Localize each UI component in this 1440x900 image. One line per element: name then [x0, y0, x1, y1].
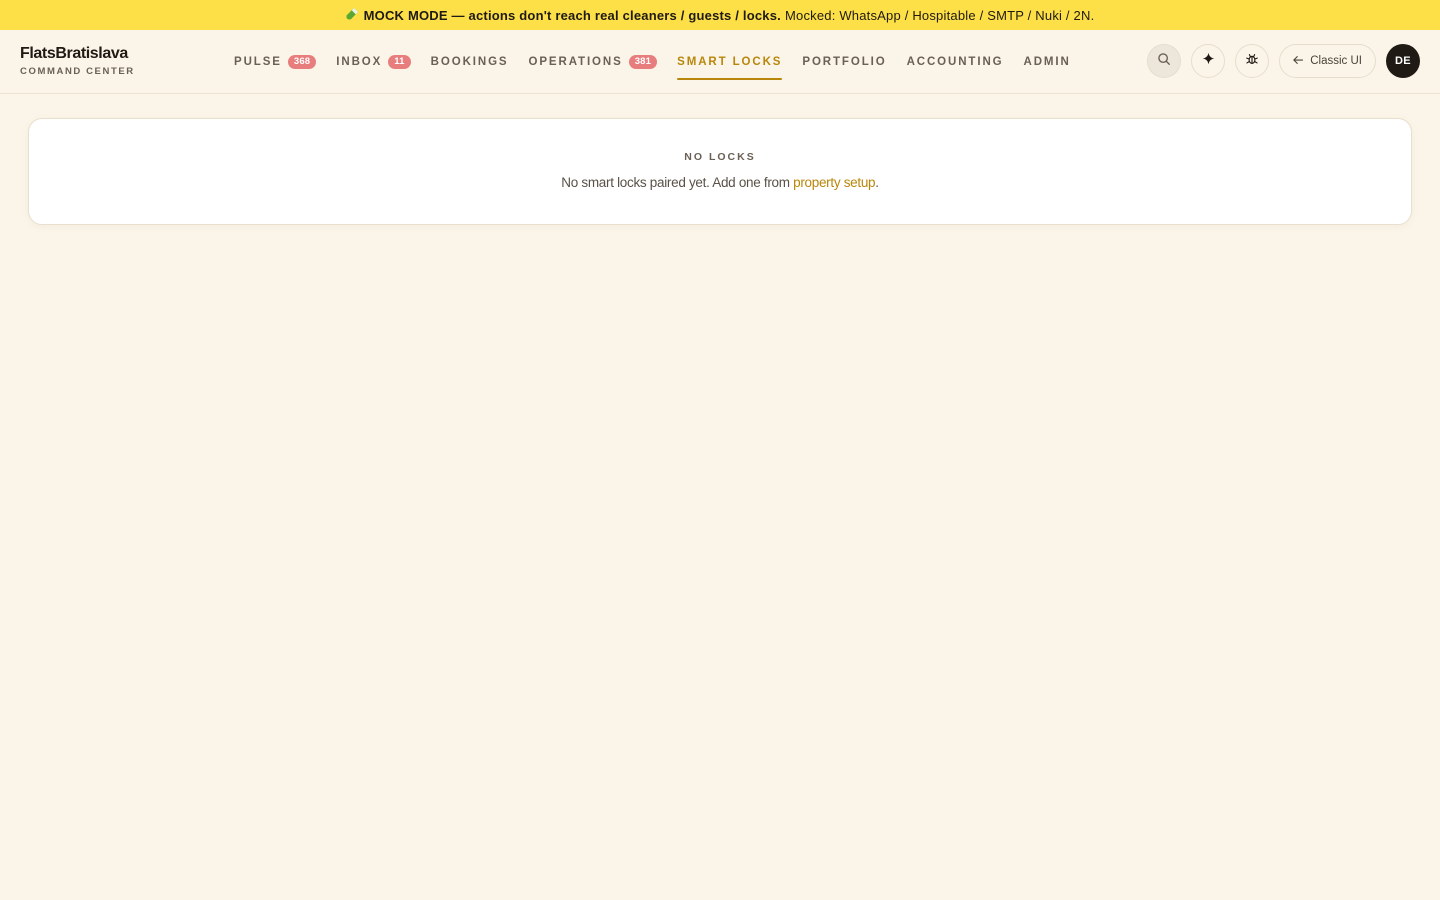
search-icon: [1157, 52, 1171, 71]
nav-item-smart-locks[interactable]: SMART LOCKS: [677, 30, 783, 94]
nav-item-accounting[interactable]: ACCOUNTING: [907, 30, 1004, 94]
nav-item-admin[interactable]: ADMIN: [1024, 30, 1071, 94]
property-setup-link[interactable]: property setup: [793, 175, 875, 190]
top-header: FlatsBratislava COMMAND CENTER PULSE 368…: [0, 30, 1440, 94]
nav-item-portfolio[interactable]: PORTFOLIO: [802, 30, 886, 94]
empty-state-text: No smart locks paired yet. Add one from: [561, 175, 794, 190]
brand-title: FlatsBratislava: [20, 45, 128, 62]
test-tube-icon: [346, 7, 359, 23]
main-nav: PULSE 368 INBOX 11 BOOKINGS OPERATIONS 3…: [234, 30, 1091, 94]
nav-item-inbox[interactable]: INBOX 11: [336, 30, 411, 94]
bug-icon: [1245, 52, 1259, 71]
nav-item-bookings[interactable]: BOOKINGS: [431, 30, 509, 94]
nav-item-label: INBOX: [336, 56, 383, 68]
nav-item-label: PORTFOLIO: [802, 56, 887, 68]
empty-state-card: NO LOCKS No smart locks paired yet. Add …: [28, 118, 1412, 225]
count-badge: 381: [628, 55, 658, 69]
count-badge: 11: [388, 55, 411, 69]
empty-state-message: No smart locks paired yet. Add one from …: [29, 175, 1411, 190]
nav-item-label: ADMIN: [1023, 56, 1071, 68]
banner-detail: Mocked: WhatsApp / Hospitable / SMTP / N…: [784, 7, 1095, 23]
empty-state-title: NO LOCKS: [684, 151, 756, 163]
classic-ui-button[interactable]: Classic UI: [1279, 44, 1376, 78]
report-bug-button[interactable]: [1235, 44, 1270, 78]
count-badge: 368: [287, 55, 317, 69]
nav-item-label: OPERATIONS: [528, 56, 623, 68]
nav-item-pulse[interactable]: PULSE 368: [234, 30, 317, 94]
empty-state-period: .: [875, 175, 879, 190]
nav-item-operations[interactable]: OPERATIONS 381: [529, 30, 658, 94]
nav-item-label: ACCOUNTING: [906, 56, 1004, 68]
brand[interactable]: FlatsBratislava COMMAND CENTER: [20, 44, 135, 78]
user-avatar[interactable]: DE: [1386, 44, 1420, 78]
mock-mode-banner: MOCK MODE — actions don't reach real cle…: [0, 0, 1440, 30]
brand-subtitle: COMMAND CENTER: [20, 66, 135, 77]
arrow-left-icon: [1292, 54, 1310, 69]
nav-item-label: BOOKINGS: [430, 56, 509, 68]
banner-title: MOCK MODE — actions don't reach real cle…: [363, 7, 781, 23]
nav-item-label: PULSE: [234, 56, 282, 68]
sparkle-icon: [1202, 52, 1215, 70]
assistant-button[interactable]: [1191, 44, 1226, 78]
header-actions: Classic UI DE: [1147, 44, 1420, 78]
search-button[interactable]: [1147, 44, 1182, 78]
nav-item-label: SMART LOCKS: [677, 56, 783, 68]
classic-ui-label: Classic UI: [1310, 55, 1362, 67]
